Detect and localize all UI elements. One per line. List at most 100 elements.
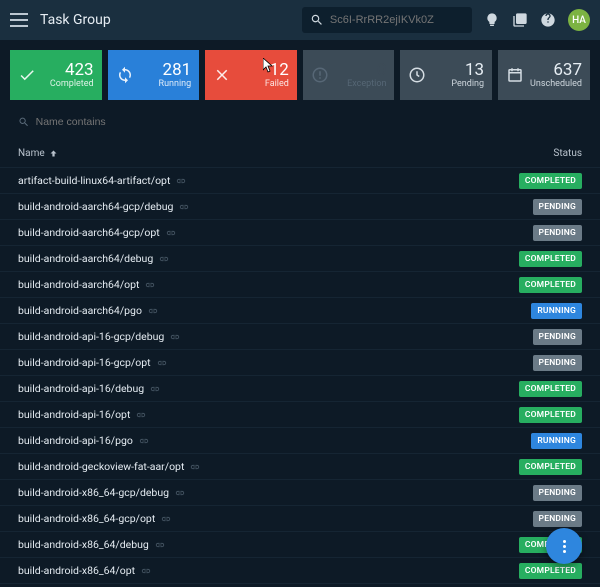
link-icon[interactable] bbox=[150, 384, 160, 394]
task-name: build-android-api-16/debug bbox=[18, 382, 519, 395]
tile-unscheduled[interactable]: 637Unscheduled bbox=[498, 50, 590, 100]
table-row[interactable]: build-android-x86_64-gcp/optPENDING bbox=[0, 505, 600, 531]
link-icon[interactable] bbox=[155, 540, 165, 550]
tile-label: Running bbox=[140, 79, 192, 89]
table-row[interactable]: build-android-aarch64/optCOMPLETED bbox=[0, 271, 600, 297]
table-row[interactable]: build-android-aarch64/debugCOMPLETED bbox=[0, 245, 600, 271]
table-row[interactable]: build-android-x86_64/optCOMPLETED bbox=[0, 557, 600, 583]
filter-input-wrap[interactable] bbox=[18, 110, 582, 134]
table-row[interactable]: build-android-api-16/pgoRUNNING bbox=[0, 427, 600, 453]
tile-count: 637 bbox=[530, 62, 582, 79]
table-row[interactable]: build-android-aarch64-gcp/optPENDING bbox=[0, 219, 600, 245]
table-row[interactable]: build-android-api-16-gcp/optPENDING bbox=[0, 349, 600, 375]
table-row[interactable]: artifact-build-linux64-artifact/optCOMPL… bbox=[0, 167, 600, 193]
tile-label: Failed bbox=[237, 79, 289, 89]
link-icon[interactable] bbox=[141, 566, 151, 576]
status-badge: COMPLETED bbox=[519, 173, 582, 189]
tile-failed[interactable]: 12Failed bbox=[205, 50, 297, 100]
tile-pending[interactable]: 13Pending bbox=[400, 50, 492, 100]
table-row[interactable]: build-android-api-16/optCOMPLETED bbox=[0, 401, 600, 427]
table-row[interactable]: build-android-aarch64-gcp/debugPENDING bbox=[0, 193, 600, 219]
table-row[interactable]: build-android-x86_64/debugCOMPLETED bbox=[0, 531, 600, 557]
task-name: build-android-aarch64/opt bbox=[18, 278, 519, 291]
search-box[interactable] bbox=[302, 7, 472, 33]
table-header: Name Status bbox=[0, 138, 600, 167]
status-badge: PENDING bbox=[533, 485, 582, 501]
sync-icon bbox=[116, 66, 134, 84]
tile-count: 13 bbox=[432, 62, 484, 79]
cursor-icon bbox=[263, 58, 275, 74]
filter-row bbox=[0, 106, 600, 138]
sort-asc-icon bbox=[49, 149, 58, 158]
tile-count: 281 bbox=[140, 62, 192, 79]
search-icon bbox=[310, 12, 324, 28]
help-icon[interactable] bbox=[540, 12, 556, 28]
task-name: build-android-api-16-gcp/debug bbox=[18, 330, 533, 343]
task-name: build-android-api-16-gcp/opt bbox=[18, 356, 533, 369]
table-row[interactable]: build-android-x86-fuzzing/debugCOMPLETED bbox=[0, 583, 600, 587]
table-row[interactable]: build-android-api-16/debugCOMPLETED bbox=[0, 375, 600, 401]
check-icon bbox=[18, 66, 36, 84]
status-badge: COMPLETED bbox=[519, 459, 582, 475]
link-icon[interactable] bbox=[139, 436, 149, 446]
status-badge: PENDING bbox=[533, 329, 582, 345]
link-icon[interactable] bbox=[136, 410, 146, 420]
tile-label: Completed bbox=[42, 79, 94, 89]
page-title: Task Group bbox=[40, 12, 111, 28]
calendar-icon bbox=[506, 66, 524, 84]
status-badge: COMPLETED bbox=[519, 277, 582, 293]
link-icon[interactable] bbox=[190, 462, 200, 472]
table-row[interactable]: build-android-aarch64/pgoRUNNING bbox=[0, 297, 600, 323]
tile-completed[interactable]: 423Completed bbox=[10, 50, 102, 100]
tile-exception[interactable]: 0Exception bbox=[303, 50, 395, 100]
link-icon[interactable] bbox=[148, 306, 158, 316]
status-badge: COMPLETED bbox=[519, 407, 582, 423]
task-name: build-android-x86_64/opt bbox=[18, 564, 519, 577]
status-badge: PENDING bbox=[533, 225, 582, 241]
link-icon[interactable] bbox=[161, 514, 171, 524]
tile-count: 0 bbox=[335, 62, 387, 79]
clock-icon bbox=[408, 66, 426, 84]
task-name: artifact-build-linux64-artifact/opt bbox=[18, 174, 519, 187]
task-name: build-android-aarch64-gcp/debug bbox=[18, 200, 533, 213]
tile-label: Exception bbox=[335, 79, 387, 89]
task-name: build-android-aarch64-gcp/opt bbox=[18, 226, 533, 239]
link-icon[interactable] bbox=[145, 280, 155, 290]
top-bar: Task Group HA bbox=[0, 0, 600, 40]
task-name: build-android-api-16/opt bbox=[18, 408, 519, 421]
filter-input[interactable] bbox=[36, 116, 582, 128]
tile-label: Unscheduled bbox=[530, 79, 582, 89]
table-row[interactable]: build-android-x86_64-gcp/debugPENDING bbox=[0, 479, 600, 505]
search-input[interactable] bbox=[330, 14, 464, 26]
link-icon[interactable] bbox=[170, 332, 180, 342]
lightbulb-icon[interactable] bbox=[484, 12, 500, 28]
task-rows: artifact-build-linux64-artifact/optCOMPL… bbox=[0, 167, 600, 587]
tile-count: 423 bbox=[42, 62, 94, 79]
link-icon[interactable] bbox=[166, 228, 176, 238]
avatar[interactable]: HA bbox=[568, 9, 590, 31]
search-icon bbox=[18, 116, 30, 128]
summary-tiles: 423Completed 281Running 12Failed 0Except… bbox=[0, 40, 600, 106]
table-row[interactable]: build-android-geckoview-fat-aar/optCOMPL… bbox=[0, 453, 600, 479]
status-badge: COMPLETED bbox=[519, 563, 582, 579]
task-name: build-android-x86_64/debug bbox=[18, 538, 519, 551]
tile-running[interactable]: 281Running bbox=[108, 50, 200, 100]
fab-more[interactable] bbox=[546, 528, 582, 564]
task-name: build-android-api-16/pgo bbox=[18, 434, 531, 447]
link-icon[interactable] bbox=[176, 176, 186, 186]
link-icon[interactable] bbox=[159, 254, 169, 264]
link-icon[interactable] bbox=[157, 358, 167, 368]
close-icon bbox=[213, 66, 231, 84]
table-row[interactable]: build-android-api-16-gcp/debugPENDING bbox=[0, 323, 600, 349]
status-badge: RUNNING bbox=[531, 433, 582, 449]
task-name: build-android-x86_64-gcp/opt bbox=[18, 512, 533, 525]
column-name[interactable]: Name bbox=[18, 148, 512, 159]
status-badge: RUNNING bbox=[531, 303, 582, 319]
link-icon[interactable] bbox=[175, 488, 185, 498]
link-icon[interactable] bbox=[179, 202, 189, 212]
task-name: build-android-x86_64-gcp/debug bbox=[18, 486, 533, 499]
status-badge: PENDING bbox=[533, 355, 582, 371]
task-name: build-android-aarch64/pgo bbox=[18, 304, 531, 317]
docs-icon[interactable] bbox=[512, 12, 528, 28]
menu-icon[interactable] bbox=[10, 13, 28, 27]
